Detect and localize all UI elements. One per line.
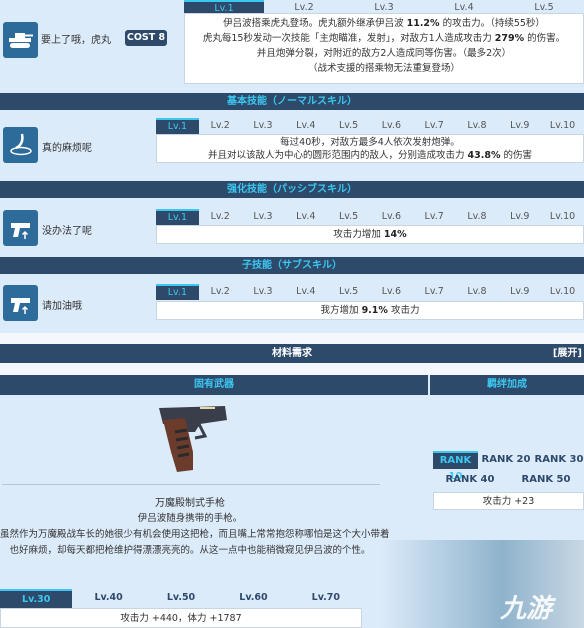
- materials-header: 材料需求: [0, 344, 584, 363]
- weapon-level-tab-2[interactable]: Lv.40: [72, 589, 144, 609]
- normal-skill-header: 基本技能（ノーマルスキル）: [0, 93, 584, 110]
- vehicle-name: 要上了哦，虎丸: [41, 35, 111, 46]
- highlight-value: 43.8%: [467, 150, 501, 161]
- weapon-desc-line3: 也好麻烦，却每天都把枪维护得漂漂亮亮的。从这一点中也能稍微窥见伊吕波的个性。: [9, 545, 371, 556]
- weapon-level-tab-3[interactable]: Lv.50: [145, 589, 217, 609]
- passive-level-tab-4[interactable]: Lv.4: [284, 209, 327, 225]
- description-line: 每过40秒，对敌方最多4人依次发射炮弹。: [157, 136, 583, 149]
- normal-level-tab-8[interactable]: Lv.8: [456, 118, 499, 134]
- description-line: 并且对以该敌人为中心的圆形范围内的敌人，分别造成攻击力 43.8% 的伤害: [157, 149, 583, 162]
- passive-level-tab-1[interactable]: Lv.1: [156, 209, 199, 225]
- description-text: 的攻击力。（持续55秒）: [439, 18, 545, 29]
- passive-level-tab-2[interactable]: Lv.2: [199, 209, 242, 225]
- description-text: （战术支援的搭乘物无法重复登场）: [307, 63, 460, 74]
- weapon-divider: [2, 484, 380, 485]
- highlight-value: 9.1%: [361, 305, 388, 316]
- sub-level-tab-4[interactable]: Lv.4: [284, 284, 327, 300]
- normal-level-tab-6[interactable]: Lv.6: [370, 118, 413, 134]
- normal-level-tab-5[interactable]: Lv.5: [327, 118, 370, 134]
- pistol-buff-skill-icon: [3, 285, 38, 321]
- passive-level-tab-8[interactable]: Lv.8: [456, 209, 499, 225]
- bond-stat: 攻击力 +23: [433, 492, 584, 510]
- normal-level-tab-9[interactable]: Lv.9: [498, 118, 541, 134]
- sub-level-tabs: Lv.1 Lv.2 Lv.3 Lv.4 Lv.5 Lv.6 Lv.7 Lv.8 Lv.9 Lv.1…: [156, 284, 584, 300]
- normal-skill-name: 真的麻烦呢: [42, 143, 92, 154]
- rank-20-tab[interactable]: RANK 20: [480, 451, 532, 469]
- sub-level-tab-1[interactable]: Lv.1: [156, 284, 199, 300]
- rank-10-tab[interactable]: RANK 10: [433, 451, 478, 482]
- sub-skill-name: 请加油哦: [42, 301, 82, 312]
- dive-skill-icon: [3, 127, 38, 163]
- description-text: 并且炮弹分裂，对附近的敌方2人造成同等伤害。（最多2次）: [256, 48, 512, 59]
- sub-level-tab-5[interactable]: Lv.5: [327, 284, 370, 300]
- sub-skill-header: 子技能（サブスキル）: [0, 257, 584, 274]
- pistol-image: [155, 402, 235, 480]
- rank-30-tab[interactable]: RANK 30: [534, 451, 584, 469]
- vehicle-description: 伊吕波搭乘虎丸登场。虎丸额外继承伊吕波 11.2% 的攻击力。（持续55秒） 虎丸…: [184, 13, 584, 84]
- passive-level-tab-9[interactable]: Lv.9: [498, 209, 541, 225]
- sub-level-tab-9[interactable]: Lv.9: [498, 284, 541, 300]
- description-line: （战术支援的搭乘物无法重复登场）: [185, 61, 583, 76]
- passive-level-tab-7[interactable]: Lv.7: [413, 209, 456, 225]
- normal-level-tab-7[interactable]: Lv.7: [413, 118, 456, 134]
- normal-level-tab-4[interactable]: Lv.4: [284, 118, 327, 134]
- normal-level-tab-10[interactable]: Lv.10: [541, 118, 584, 134]
- passive-skill-name: 没办法了呢: [42, 226, 92, 237]
- description-line: 并且炮弹分裂，对附近的敌方2人造成同等伤害。（最多2次）: [185, 46, 583, 61]
- sub-level-tab-2[interactable]: Lv.2: [199, 284, 242, 300]
- weapon-level-tab-4[interactable]: Lv.60: [217, 589, 289, 609]
- rank-40-tab[interactable]: RANK 40: [440, 471, 500, 489]
- weapon-stat: 攻击力 +440，体力 +1787: [0, 608, 362, 628]
- description-line: 攻击力增加 14%: [157, 227, 583, 242]
- normal-level-tab-1[interactable]: Lv.1: [156, 118, 199, 134]
- description-line: 伊吕波搭乘虎丸登场。虎丸额外继承伊吕波 11.2% 的攻击力。（持续55秒）: [185, 16, 583, 31]
- bond-header: 羁绊加成: [430, 375, 584, 395]
- description-text: 每过40秒，对敌方最多4人依次发射炮弹。: [280, 137, 460, 148]
- weapon-level-tab-5[interactable]: Lv.70: [290, 589, 362, 609]
- expand-materials-button[interactable]: [展开]: [553, 344, 582, 363]
- highlight-value: 11.2%: [406, 18, 440, 29]
- sub-skill-description: 我方增加 9.1% 攻击力: [156, 301, 584, 320]
- passive-level-tab-6[interactable]: Lv.6: [370, 209, 413, 225]
- description-text: 并且对以该敌人为中心的圆形范围内的敌人，分别造成攻击力: [207, 150, 468, 161]
- weapon-desc-line1: 伊吕波随身携带的手枪。: [137, 513, 243, 524]
- highlight-value: 14%: [383, 229, 407, 240]
- description-text: 攻击力: [387, 305, 420, 316]
- sub-level-tab-10[interactable]: Lv.10: [541, 284, 584, 300]
- cost-badge: COST 8: [125, 30, 167, 46]
- description-text: 虎丸每15秒发动一次技能「主炮瞄准，发射」，对敌方1人造成攻击力: [202, 33, 495, 44]
- description-text: 我方增加: [320, 305, 362, 316]
- passive-skill-description: 攻击力增加 14%: [156, 225, 584, 244]
- passive-level-tab-5[interactable]: Lv.5: [327, 209, 370, 225]
- weapon-level-tab-1[interactable]: Lv.30: [0, 589, 73, 609]
- normal-skill-description: 每过40秒，对敌方最多4人依次发射炮弹。 并且对以该敌人为中心的圆形范围内的敌人，…: [156, 134, 584, 163]
- weapon-level-tabs: Lv.30 Lv.40 Lv.50 Lv.60 Lv.70: [0, 589, 362, 609]
- description-text: 的伤害: [500, 150, 533, 161]
- normal-level-tab-2[interactable]: Lv.2: [199, 118, 242, 134]
- sub-level-tab-8[interactable]: Lv.8: [456, 284, 499, 300]
- sub-level-tab-6[interactable]: Lv.6: [370, 284, 413, 300]
- highlight-value: 279%: [494, 33, 525, 44]
- sub-level-tab-7[interactable]: Lv.7: [413, 284, 456, 300]
- jiuyou-watermark: 九游: [500, 594, 553, 624]
- description-text: 伊吕波搭乘虎丸登场。虎丸额外继承伊吕波: [223, 18, 407, 29]
- weapon-desc-line2: 虽然作为万魔殿战车长的她很少有机会使用这把枪，而且嘴上常常抱怨称哪怕是这个大小带…: [0, 529, 390, 540]
- rank-50-tab[interactable]: RANK 50: [516, 471, 576, 489]
- description-line: 我方增加 9.1% 攻击力: [157, 303, 583, 318]
- pistol-skill-icon: [3, 210, 38, 246]
- weapon-header: 固有武器: [0, 375, 428, 395]
- watermark-area: [380, 540, 584, 628]
- passive-level-tabs: Lv.1 Lv.2 Lv.3 Lv.4 Lv.5 Lv.6 Lv.7 Lv.8 Lv.9 Lv.1…: [156, 209, 584, 225]
- weapon-name: 万魔殿制式手枪: [155, 498, 225, 509]
- description-text: 的伤害。: [524, 33, 566, 44]
- normal-level-tabs: Lv.1 Lv.2 Lv.3 Lv.4 Lv.5 Lv.6 Lv.7 Lv.8 Lv.9 Lv.1…: [156, 118, 584, 134]
- sub-level-tab-3[interactable]: Lv.3: [242, 284, 285, 300]
- tank-icon: [3, 22, 38, 58]
- description-line: 虎丸每15秒发动一次技能「主炮瞄准，发射」，对敌方1人造成攻击力 279% 的伤…: [185, 31, 583, 46]
- passive-skill-header: 强化技能（パッシブスキル）: [0, 181, 584, 198]
- passive-level-tab-10[interactable]: Lv.10: [541, 209, 584, 225]
- passive-level-tab-3[interactable]: Lv.3: [242, 209, 285, 225]
- normal-level-tab-3[interactable]: Lv.3: [242, 118, 285, 134]
- description-text: 攻击力增加: [333, 229, 384, 240]
